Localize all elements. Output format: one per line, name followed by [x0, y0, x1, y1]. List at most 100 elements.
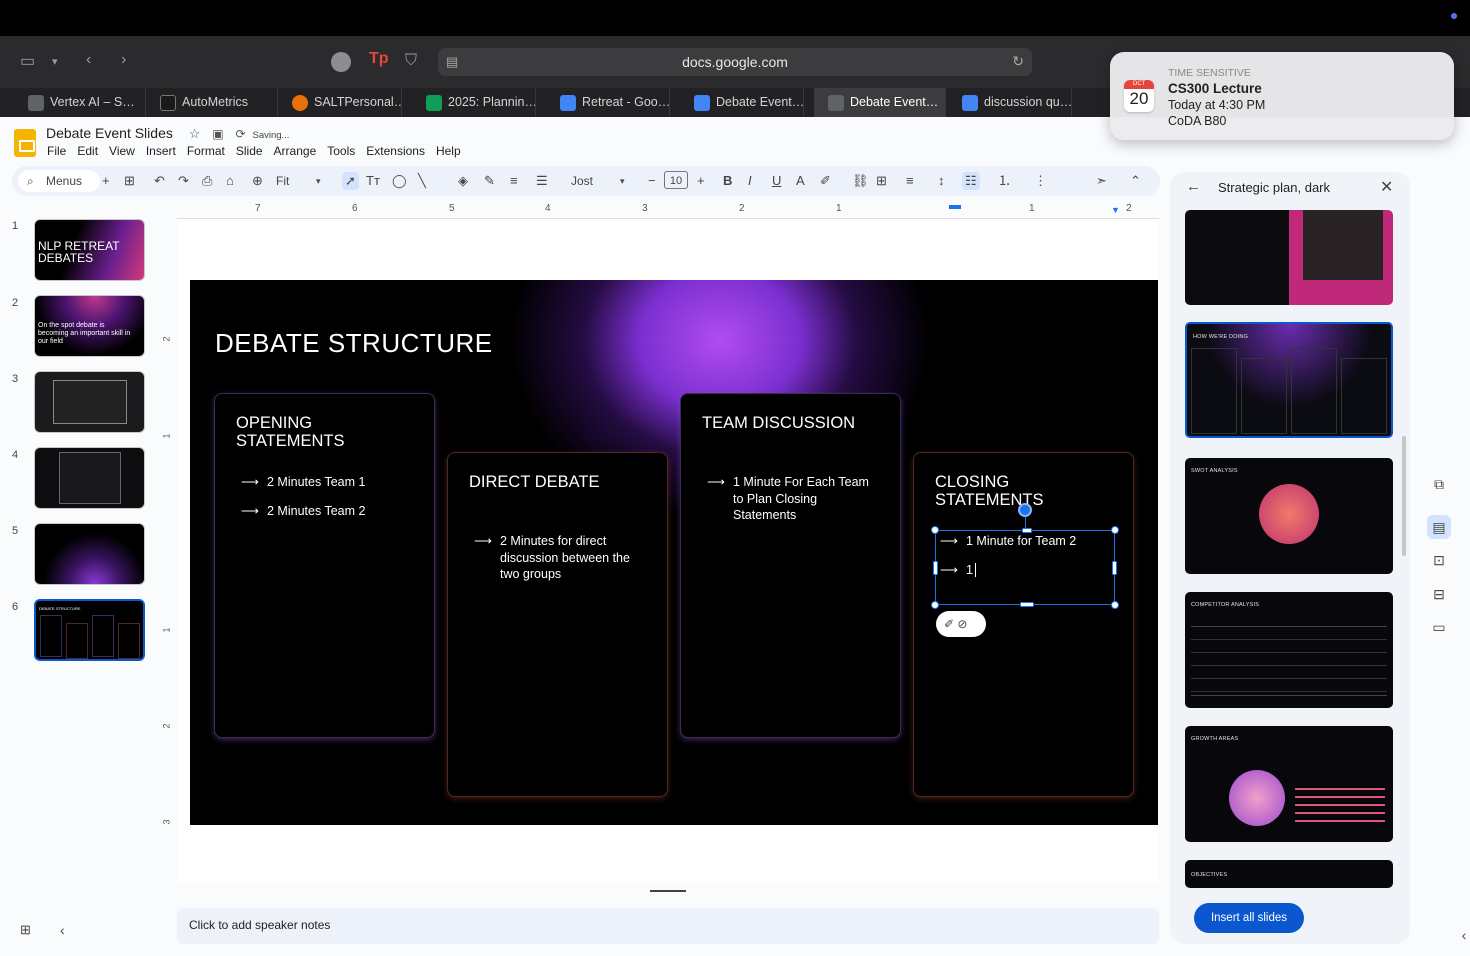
rotate-handle[interactable]: [1018, 503, 1032, 517]
chevron-down-icon[interactable]: ▾: [620, 172, 625, 190]
expand-panel-icon[interactable]: ‹: [1452, 923, 1470, 947]
menu-tools[interactable]: Tools: [327, 144, 355, 158]
menu-view[interactable]: View: [109, 144, 135, 158]
font-size-input[interactable]: 10: [664, 171, 688, 189]
border-weight-icon[interactable]: ≡: [510, 172, 518, 190]
chevron-down-icon[interactable]: ▾: [316, 172, 321, 190]
close-icon[interactable]: ✕: [1380, 177, 1393, 197]
card-team-discussion[interactable]: TEAM DISCUSSION ⟶ 1 Minute For Each Team …: [680, 393, 901, 738]
tab-debate-event-1[interactable]: Debate Event…: [680, 88, 804, 117]
document-title[interactable]: Debate Event Slides ☆ ▣ ⟳ Saving...: [46, 125, 289, 142]
comment-icon[interactable]: ⊞: [876, 172, 887, 190]
slide-thumbnail-2[interactable]: On the spot debate is becoming an import…: [34, 295, 145, 357]
decrease-font-icon[interactable]: −: [648, 172, 656, 190]
back-arrow-icon[interactable]: ←: [1186, 178, 1201, 195]
search-menus-input[interactable]: ⌕ Menus: [18, 170, 100, 192]
tab-salt[interactable]: SALTPersonal…: [278, 88, 402, 117]
notes-resize-handle[interactable]: [650, 890, 686, 892]
zoom-icon[interactable]: ⊕: [252, 172, 263, 190]
paint-format-icon[interactable]: ⌂: [226, 172, 234, 190]
text-box-icon[interactable]: Tт: [366, 172, 380, 190]
menu-extensions[interactable]: Extensions: [366, 144, 425, 158]
template-competitor[interactable]: COMPETITOR ANALYSIS: [1185, 592, 1393, 708]
menu-format[interactable]: Format: [187, 144, 225, 158]
font-family-select[interactable]: Jost: [571, 172, 593, 190]
slide-thumbnail-3[interactable]: [34, 371, 145, 433]
template-how-were-doing[interactable]: HOW WE'RE DOING: [1185, 322, 1393, 438]
gallery-icon[interactable]: ⊡: [1427, 548, 1451, 572]
print-icon[interactable]: ⎙: [202, 172, 212, 190]
pen-tool-icon[interactable]: ➣: [1096, 172, 1107, 190]
resize-handle[interactable]: [1111, 526, 1119, 534]
highlight-icon[interactable]: ✐: [820, 172, 831, 190]
tab-autometrics[interactable]: AutoMetrics: [146, 88, 278, 117]
text-color-icon[interactable]: A: [796, 172, 805, 190]
tab-discussion[interactable]: discussion qu…: [948, 88, 1072, 117]
italic-icon[interactable]: I: [748, 172, 752, 190]
line-spacing-icon[interactable]: ↕: [938, 172, 945, 190]
card-opening-statements[interactable]: OPENING STATEMENTS ⟶ 2 Minutes Team 1 ⟶ 2 …: [214, 393, 435, 738]
resize-handle[interactable]: [1112, 561, 1117, 575]
collapse-toolbar-icon[interactable]: ⌃: [1130, 172, 1141, 190]
layout-icon[interactable]: ⊞: [124, 172, 135, 190]
address-bar[interactable]: ▤ docs.google.com ↻: [438, 48, 1032, 76]
tab-retreat[interactable]: Retreat - Goo…: [546, 88, 670, 117]
slide-thumbnail-4[interactable]: [34, 447, 145, 509]
template-vision[interactable]: [1185, 210, 1393, 305]
magic-icon[interactable]: ✐: [944, 617, 954, 631]
forward-icon[interactable]: ›: [121, 50, 126, 70]
select-icon[interactable]: ➚: [342, 172, 359, 190]
collapse-filmstrip-icon[interactable]: ‹: [60, 922, 65, 938]
bulleted-list-icon[interactable]: ☷: [962, 172, 980, 190]
redo-icon[interactable]: ↷: [178, 172, 189, 190]
smart-compose-chip[interactable]: ✐ ⊘: [936, 611, 986, 637]
slide-thumbnail-5[interactable]: [34, 523, 145, 585]
tab-vertex[interactable]: Vertex AI – S…: [14, 88, 146, 117]
template-swot[interactable]: SWOT ANALYSIS: [1185, 458, 1393, 574]
menu-edit[interactable]: Edit: [77, 144, 98, 158]
border-color-icon[interactable]: ✎: [484, 172, 495, 190]
reload-icon[interactable]: ↻: [1012, 53, 1024, 70]
slide-title[interactable]: DEBATE STRUCTURE: [215, 328, 493, 359]
current-slide[interactable]: DEBATE STRUCTURE OPENING STATEMENTS ⟶ 2 M…: [190, 280, 1158, 825]
folder-icon[interactable]: ▭: [1427, 615, 1451, 639]
right-indent-marker[interactable]: ▼: [1111, 205, 1120, 215]
tab-planning[interactable]: 2025: Plannin…: [412, 88, 536, 117]
resize-handle[interactable]: [1022, 528, 1032, 533]
slide-thumbnail-1[interactable]: NLP RETREAT DEBATES: [34, 219, 145, 281]
sidebar-toggle-icon[interactable]: ▭: [20, 52, 35, 72]
move-icon[interactable]: ▣: [212, 127, 223, 141]
border-dash-icon[interactable]: ☰: [536, 172, 548, 190]
undo-icon[interactable]: ↶: [154, 172, 165, 190]
stock-image-icon[interactable]: ⊟: [1427, 582, 1451, 606]
align-icon[interactable]: ≡: [906, 172, 914, 190]
menu-slide[interactable]: Slide: [236, 144, 263, 158]
resize-handle[interactable]: [931, 526, 939, 534]
grid-view-icon[interactable]: ⊞: [20, 922, 31, 938]
slides-logo-icon[interactable]: [14, 129, 36, 157]
template-objectives[interactable]: OBJECTIVES: [1185, 860, 1393, 888]
resize-handle[interactable]: [931, 601, 939, 609]
calendar-notification[interactable]: OCT 20 TIME SENSITIVE CS300 Lecture Today…: [1110, 52, 1454, 140]
panel-scrollbar[interactable]: [1402, 436, 1406, 556]
numbered-list-icon[interactable]: ⒈: [998, 172, 1011, 190]
link-icon[interactable]: ⛓: [852, 172, 869, 190]
increase-font-icon[interactable]: +: [697, 172, 705, 190]
menu-insert[interactable]: Insert: [146, 144, 176, 158]
back-icon[interactable]: ‹: [86, 50, 91, 70]
resize-handle[interactable]: [1020, 602, 1034, 607]
star-icon[interactable]: ☆: [189, 126, 201, 141]
menu-help[interactable]: Help: [436, 144, 461, 158]
shield-icon[interactable]: ⛉: [405, 51, 417, 71]
menu-file[interactable]: File: [47, 144, 66, 158]
card-direct-debate[interactable]: DIRECT DEBATE ⟶ 2 Minutes for direct disc…: [447, 452, 668, 797]
insert-all-slides-button[interactable]: Insert all slides: [1194, 903, 1304, 933]
resize-handle[interactable]: [933, 561, 938, 575]
menu-arrange[interactable]: Arrange: [274, 144, 317, 158]
templates-icon[interactable]: ▤: [1427, 515, 1451, 539]
fill-color-icon[interactable]: ◈: [458, 172, 468, 190]
zoom-select[interactable]: Fit: [276, 172, 289, 190]
extension-icon[interactable]: [331, 52, 351, 72]
underline-icon[interactable]: U: [772, 172, 781, 190]
line-icon[interactable]: ╲: [418, 172, 426, 190]
